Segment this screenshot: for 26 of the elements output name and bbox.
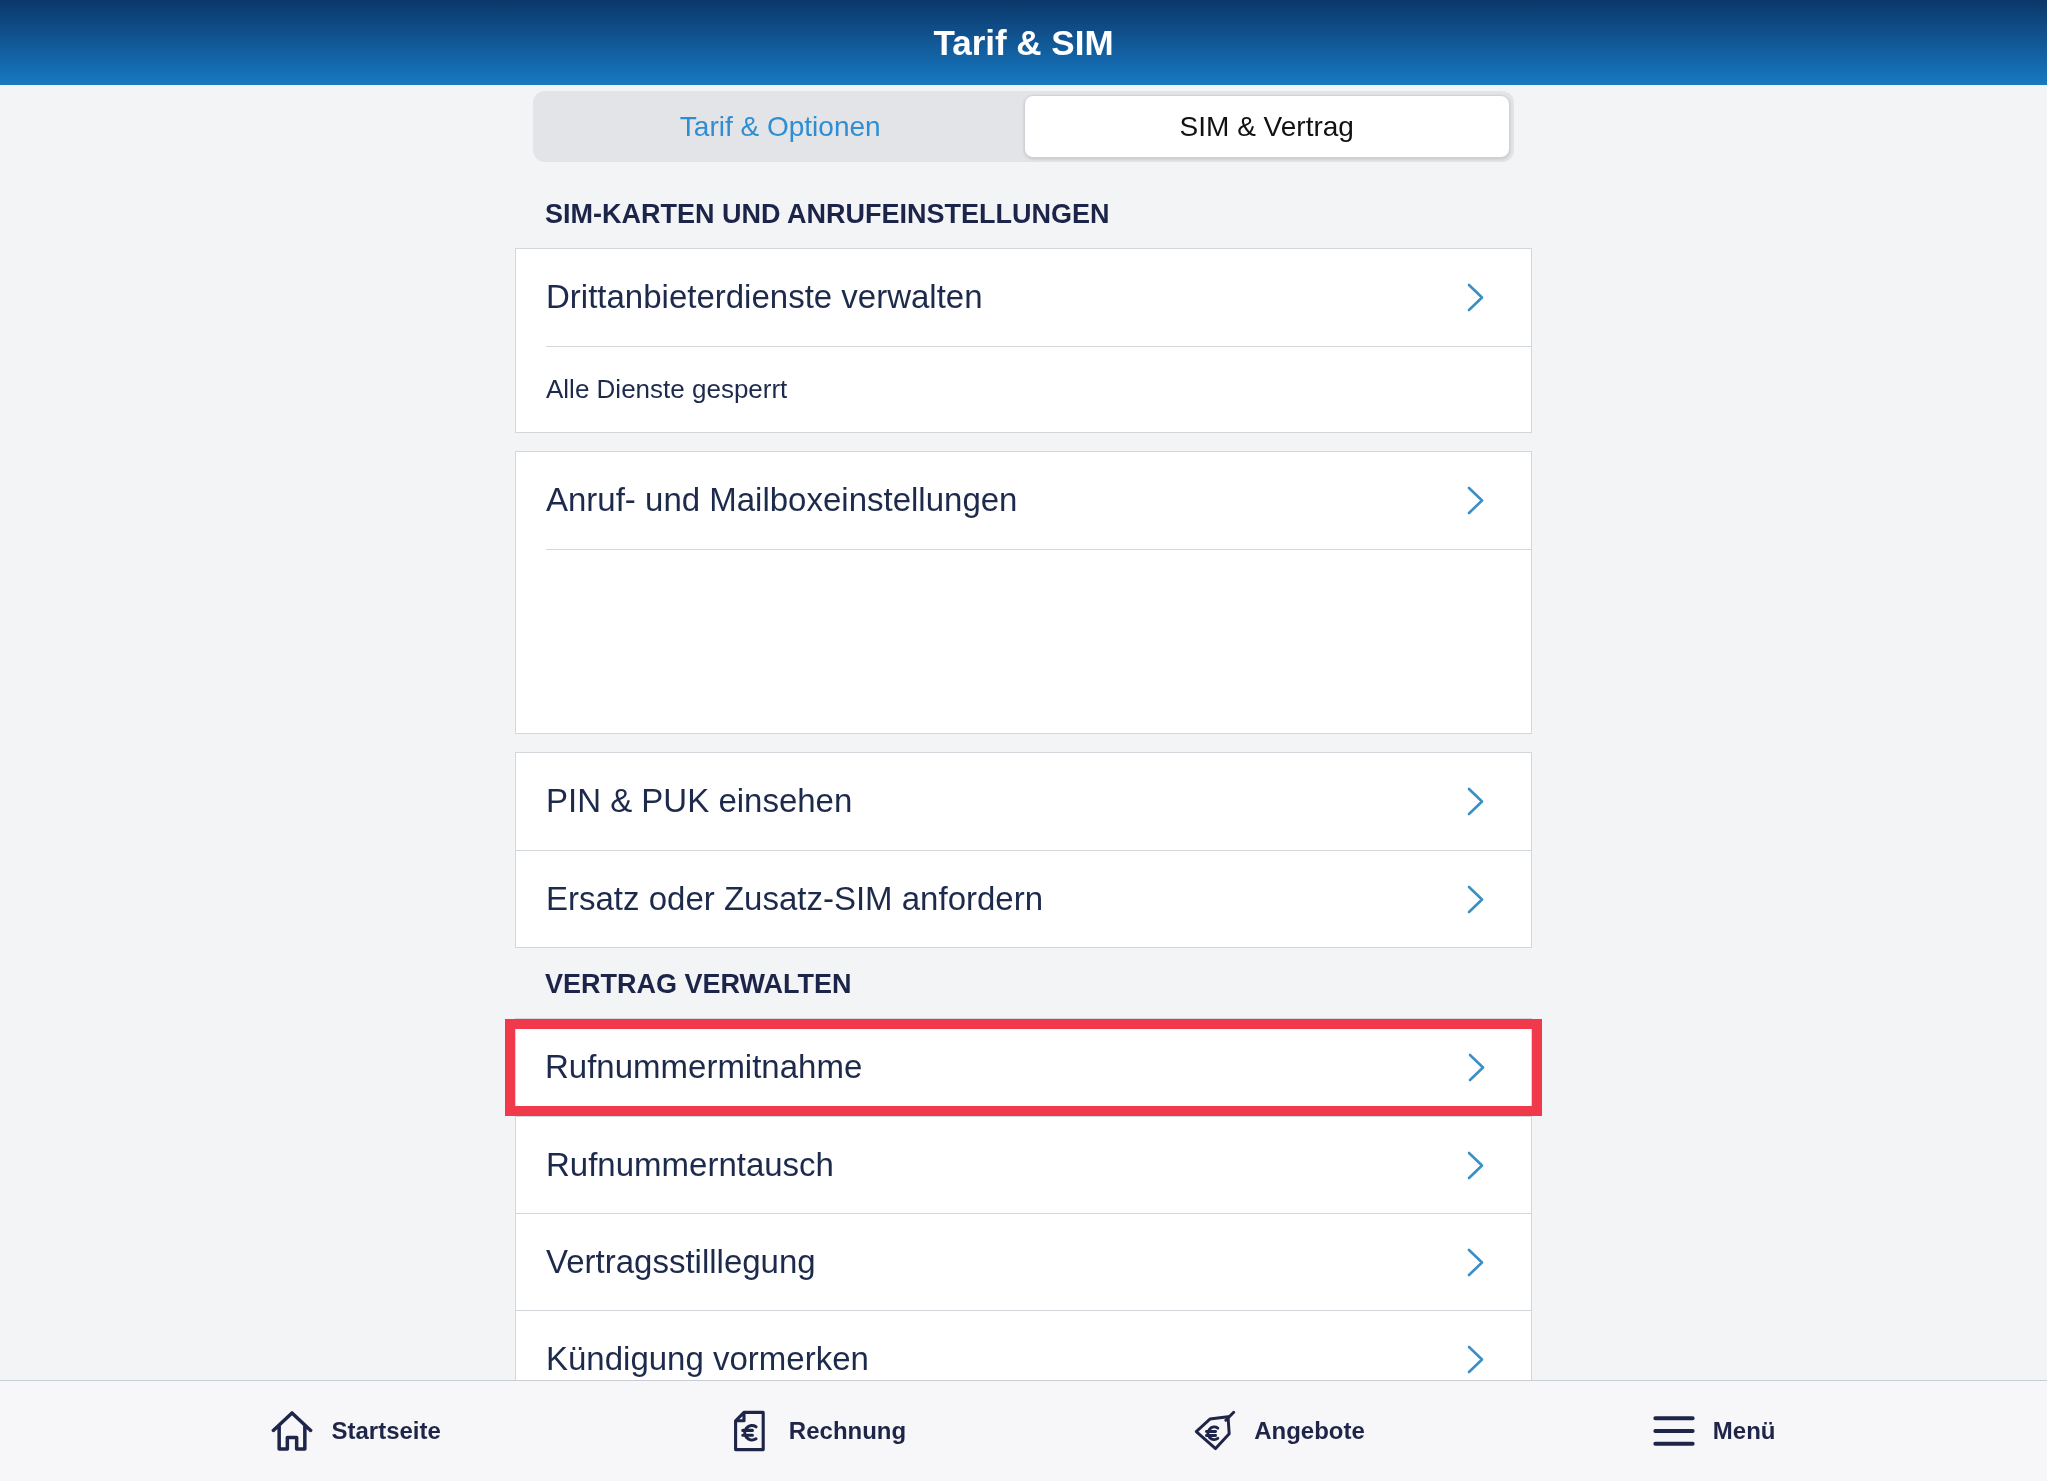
home-icon [271,1410,314,1452]
chevron-right-icon [1467,787,1484,816]
section-heading: VERTRAG VERWALTEN [544,968,853,1000]
chevron-right-icon [1467,283,1484,312]
nav-button[interactable]: Startseite [271,1410,441,1452]
chevron-right-icon [1467,1150,1484,1180]
settings-row[interactable]: Drittanbieterdienste verwalten [516,249,1531,346]
settings-row[interactable]: Rufnummerntausch [516,1116,1531,1213]
chevron-right-icon [1467,1247,1484,1277]
nav-button[interactable]: Angebote [1194,1410,1365,1452]
chevron-right-icon [1468,1053,1485,1082]
euro-tag-icon [1194,1410,1237,1452]
settings-row[interactable]: Ersatz oder Zusatz-SIM anfordern [516,850,1531,947]
screen-title: Tarif & SIM [933,21,1114,64]
chevron-right-icon [1467,1344,1484,1374]
section-heading: SIM-KARTEN UND ANRUFEINSTELLUNGEN [544,198,1111,230]
chevron-right-icon [1467,884,1484,914]
settings-row[interactable]: Vertragsstilllegung [516,1213,1531,1310]
nav-button[interactable]: Rechnung [728,1410,907,1452]
settings-row[interactable]: Rufnummermitnahme [515,1029,1532,1106]
settings-row[interactable]: Anruf- und Mailboxeinstellungen [516,452,1531,549]
status-text: Alle Dienste gesperrt [546,374,788,405]
settings-row[interactable]: PIN & PUK einsehen [516,753,1531,850]
nav-button[interactable]: Menü [1652,1410,1776,1452]
segment-tab[interactable]: SIM & Vertrag [1023,95,1510,158]
chevron-right-icon [1467,486,1484,515]
